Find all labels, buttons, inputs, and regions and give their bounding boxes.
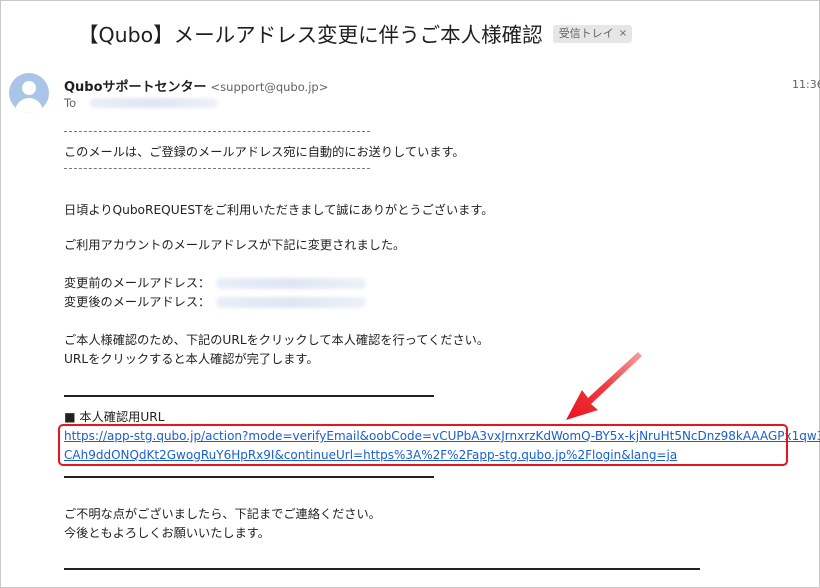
separator-rule-2 <box>64 476 434 478</box>
before-email-redacted <box>216 278 367 289</box>
received-time: 11:36 <box>792 78 820 91</box>
separator-rule-1 <box>64 395 434 397</box>
to-label: To <box>64 96 77 110</box>
closing-text-2: 今後ともよろしくお願いいたします。 <box>64 526 270 540</box>
auto-notice-text: このメールは、ご登録のメールアドレス宛に自動的にお送りしています。 <box>64 145 465 159</box>
separator-dashed-bottom <box>64 168 370 169</box>
greeting-text: 日頃よりQuboREQUESTをご利用いただきまして誠にありがとうございます。 <box>64 203 494 217</box>
inbox-label-chip[interactable]: 受信トレイ × <box>552 25 633 43</box>
url-heading: ■ 本人確認用URL <box>64 410 165 424</box>
after-email-label: 変更後のメールアドレス： <box>64 295 211 309</box>
avatar-body <box>15 98 43 113</box>
pointer-arrow-icon <box>566 352 642 420</box>
closing-text-1: ご不明な点がございましたら、下記までご連絡ください。 <box>64 507 381 521</box>
sender-email: <support@qubo.jp> <box>210 80 329 94</box>
link-highlight-box <box>58 424 788 466</box>
sender-avatar <box>9 73 49 113</box>
remove-label-icon[interactable]: × <box>619 25 627 43</box>
after-email-redacted <box>216 297 367 308</box>
confirm-instruction-1: ご本人様確認のため、下記のURLをクリックして本人確認を行ってください。 <box>64 333 490 347</box>
recipient-redacted <box>90 98 219 108</box>
changed-notice-text: ご利用アカウントのメールアドレスが下記に変更されました。 <box>64 238 406 252</box>
subject-row: 【Qubo】メールアドレス変更に伴うご本人様確認 受信トレイ × <box>78 18 633 48</box>
sender-name[interactable]: Quboサポートセンター <box>64 80 207 95</box>
separator-dashed-top <box>64 131 370 132</box>
sender-line: Quboサポートセンター <support@qubo.jp> <box>64 76 328 95</box>
recipient-line: To <box>64 96 219 110</box>
separator-rule-3 <box>64 568 700 570</box>
avatar-head <box>22 81 36 95</box>
before-email-label: 変更前のメールアドレス： <box>64 276 211 290</box>
email-subject: 【Qubo】メールアドレス変更に伴うご本人様確認 <box>78 23 543 47</box>
before-email-row: 変更前のメールアドレス： <box>64 275 367 291</box>
confirm-instruction-2: URLをクリックすると本人確認が完了します。 <box>64 352 319 366</box>
after-email-row: 変更後のメールアドレス： <box>64 294 367 310</box>
inbox-label-text: 受信トレイ <box>558 27 614 40</box>
